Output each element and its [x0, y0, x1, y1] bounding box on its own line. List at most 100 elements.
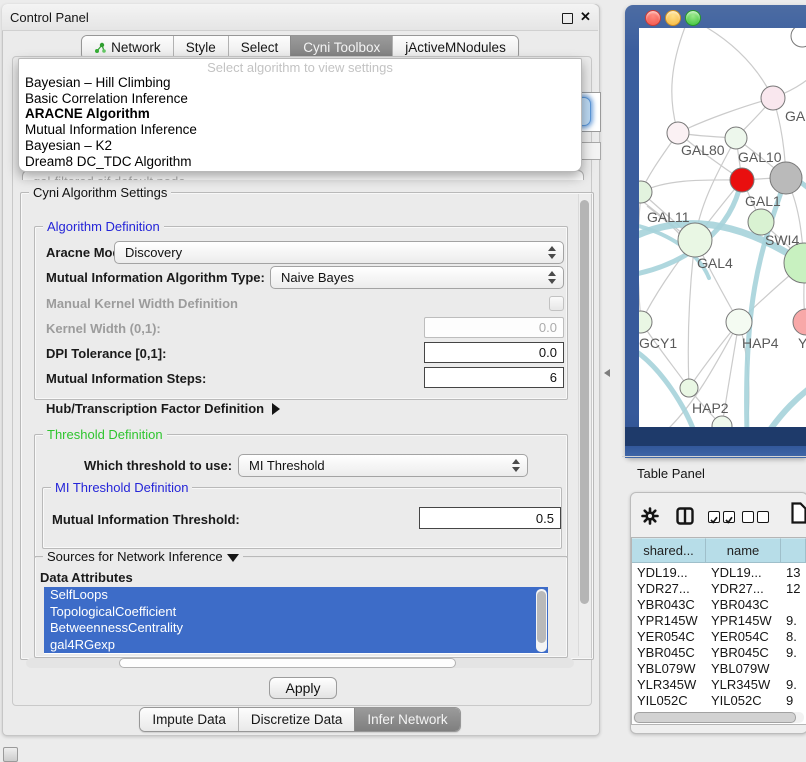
mi-steps-field[interactable]	[424, 367, 564, 388]
expanded-disclosure-icon[interactable]	[227, 554, 239, 562]
gear-icon[interactable]	[641, 507, 659, 530]
bottom-tab-discretize-data[interactable]: Discretize Data	[238, 708, 355, 731]
deselect-all-checks-icon[interactable]	[742, 511, 769, 523]
network-node-gal[interactable]	[761, 86, 785, 110]
algorithm-option-bayesian-hill-climbing[interactable]: Bayesian – Hill Climbing	[19, 75, 581, 91]
network-node-gal10[interactable]	[725, 127, 747, 149]
table-row[interactable]: YDL19...YDL19...13	[632, 564, 806, 580]
hub-definition-label: Hub/Transcription Factor Definition	[46, 401, 264, 416]
settings-vertical-scrollbar-thumb[interactable]	[580, 200, 589, 604]
network-edge[interactable]	[678, 98, 773, 133]
data-attributes-list[interactable]: SelfLoopsTopologicalCoefficientBetweenne…	[44, 587, 548, 654]
control-panel-titlebar[interactable]	[2, 4, 598, 31]
kernel-width-field[interactable]	[424, 317, 564, 338]
attribute-item-selfloops[interactable]: SelfLoops	[44, 587, 548, 604]
node-label: GAL80	[681, 142, 725, 158]
new-column-icon[interactable]	[791, 502, 806, 529]
apply-button[interactable]: Apply	[269, 677, 337, 699]
network-canvas[interactable]: GALGAL80GAL10GAL1GAL11SWI4GAL4HAP4YGCY1H…	[639, 28, 806, 427]
which-threshold-select[interactable]: MI Threshold	[238, 454, 528, 477]
popup-placeholder: Select algorithm to view settings	[19, 59, 581, 75]
tab-label: Network	[111, 40, 161, 55]
algorithm-option-mutual-information-inference[interactable]: Mutual Information Inference	[19, 122, 581, 138]
table-horizontal-scrollbar-thumb[interactable]	[634, 712, 796, 723]
network-edge[interactable]	[697, 28, 773, 98]
collapsed-disclosure-icon[interactable]	[272, 403, 280, 415]
node-label: GAL10	[738, 149, 782, 165]
mi-threshold-label: Mutual Information Threshold:	[52, 512, 240, 527]
table-body[interactable]: YDL19...YDL19...13YDR27...YDR27...12YBR0…	[632, 564, 806, 710]
bottom-tab-impute-data[interactable]: Impute Data	[140, 708, 238, 731]
minimize-traffic-light[interactable]	[665, 10, 681, 26]
control-panel-title: Control Panel	[10, 10, 89, 25]
select-all-checks-icon[interactable]	[708, 511, 735, 523]
table-cell: 9.	[781, 613, 806, 628]
zoom-traffic-light[interactable]	[685, 10, 701, 26]
network-node-gal80[interactable]	[667, 122, 689, 144]
algorithm-option-aracne-algorithm[interactable]: ARACNE Algorithm	[19, 106, 581, 122]
network-edge[interactable]	[688, 240, 695, 388]
table-cell: 8.	[781, 629, 806, 644]
network-node-gal4[interactable]	[678, 223, 712, 257]
algorithm-option-bayesian-k2[interactable]: Bayesian – K2	[19, 138, 581, 154]
table-cell: YDR27...	[632, 581, 706, 596]
algorithm-option-basic-correlation-inference[interactable]: Basic Correlation Inference	[19, 91, 581, 107]
attribute-item-betweennesscentrality[interactable]: BetweennessCentrality	[44, 620, 548, 637]
node-label: GAL	[785, 108, 806, 124]
algorithm-option-dream8-dc-tdc-algorithm[interactable]: Dream8 DC_TDC Algorithm	[19, 154, 581, 170]
table-cell: YPR145W	[706, 613, 781, 628]
float-window-icon[interactable]	[562, 13, 573, 24]
cyni-bottom-tabs: Impute Data Discretize Data Infer Network	[2, 707, 598, 732]
data-attributes-label: Data Attributes	[40, 570, 133, 585]
network-node-hap2[interactable]	[680, 379, 698, 397]
attributes-list-scrollbar-thumb[interactable]	[537, 591, 546, 643]
table-row[interactable]: YBR045CYBR045C9.	[632, 644, 806, 660]
network-node[interactable]	[770, 162, 802, 194]
obscured-combo-fragment-2	[580, 142, 601, 160]
attribute-item-topologicalcoefficient[interactable]: TopologicalCoefficient	[44, 604, 548, 621]
network-node-y[interactable]	[793, 309, 806, 335]
column-header-name[interactable]: name	[706, 538, 781, 563]
mi-type-select[interactable]: Naive Bayes	[270, 266, 564, 289]
attribute-item-gal4rgexp[interactable]: gal4RGexp	[44, 637, 548, 654]
table-cell: YLR345W	[706, 677, 781, 692]
mi-steps-label: Mutual Information Steps:	[46, 371, 206, 386]
network-edge-highlighted[interactable]	[767, 380, 806, 427]
close-icon[interactable]: ✕	[580, 9, 591, 25]
bottom-tab-infer-network[interactable]: Infer Network	[354, 708, 459, 731]
table-row[interactable]: YBR043CYBR043C	[632, 596, 806, 612]
network-node-gcy1[interactable]	[639, 311, 652, 333]
table-row[interactable]: YLR345WYLR345W9.	[632, 676, 806, 692]
network-edge[interactable]	[672, 28, 687, 133]
network-edge[interactable]	[639, 192, 641, 322]
table-row[interactable]: YER054CYER054C8.	[632, 628, 806, 644]
mi-threshold-field[interactable]	[419, 507, 561, 529]
node-label: GCY1	[639, 335, 677, 351]
hub-definition-section[interactable]: Hub/Transcription Factor Definition	[46, 401, 280, 416]
close-traffic-light[interactable]	[645, 10, 661, 26]
table-row[interactable]: YBL079WYBL079W	[632, 660, 806, 676]
node-label: Y	[798, 335, 806, 351]
table-cell: YPR145W	[632, 613, 706, 628]
collapsed-panel-icon[interactable]	[3, 747, 18, 762]
column-header-2[interactable]	[781, 538, 806, 563]
network-node-gal1[interactable]	[730, 168, 754, 192]
table-row[interactable]: YPR145WYPR145W9.	[632, 612, 806, 628]
split-columns-icon[interactable]	[676, 507, 694, 530]
network-node-hap4[interactable]	[726, 309, 752, 335]
table-row[interactable]: YIL052CYIL052C9	[632, 692, 806, 708]
splitpane-collapse-arrow-icon[interactable]	[604, 369, 610, 377]
table-row[interactable]: YDR27...YDR27...12	[632, 580, 806, 596]
table-cell: YBR043C	[632, 597, 706, 612]
dpi-tolerance-label: DPI Tolerance [0,1]:	[46, 346, 166, 361]
settings-horizontal-scrollbar-thumb[interactable]	[119, 658, 456, 668]
tab-label: Discretize Data	[251, 712, 343, 727]
network-node[interactable]	[791, 28, 806, 47]
manual-kernel-checkbox[interactable]	[549, 296, 564, 311]
tab-label: Style	[186, 40, 216, 55]
dpi-tolerance-field[interactable]	[424, 342, 564, 363]
spinner-arrows-icon	[512, 459, 520, 472]
network-edge[interactable]	[641, 180, 742, 192]
column-header-shared[interactable]: shared...	[632, 538, 706, 563]
aracne-mode-select[interactable]: Discovery	[114, 241, 564, 264]
